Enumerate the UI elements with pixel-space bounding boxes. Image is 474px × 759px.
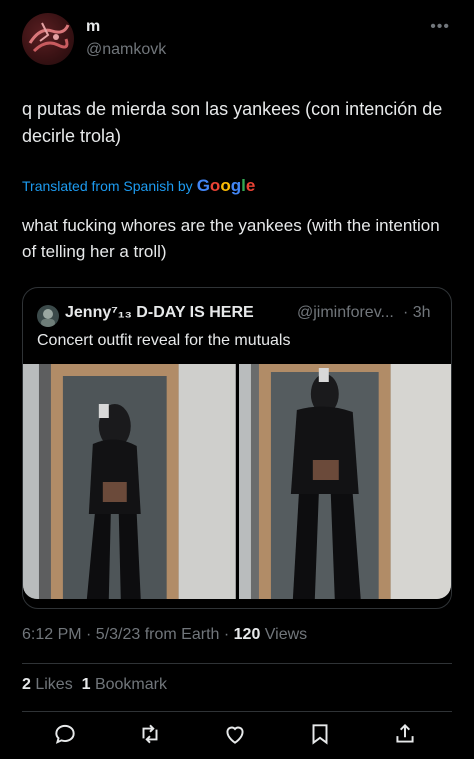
reply-icon[interactable]	[52, 721, 78, 747]
bookmark-icon[interactable]	[307, 721, 333, 747]
tweet-meta: 6:12 PM · 5/3/23 from Earth · 120 Views	[22, 626, 307, 644]
likes-label[interactable]: Likes	[31, 676, 82, 693]
translated-from-label[interactable]: Translated from Spanish by Google	[22, 176, 255, 196]
retweet-icon[interactable]	[137, 721, 163, 747]
author-avatar[interactable]	[22, 13, 74, 65]
translated-label: Translated from Spanish by	[22, 178, 193, 194]
quoted-timestamp[interactable]: · 3h	[403, 304, 431, 322]
divider	[22, 711, 452, 712]
tweet-timestamp[interactable]: 6:12 PM · 5/3/23 from Earth ·	[22, 626, 234, 643]
divider	[22, 663, 452, 664]
like-icon[interactable]	[222, 721, 248, 747]
share-icon[interactable]	[392, 721, 418, 747]
more-horizontal-icon[interactable]: •••	[430, 18, 450, 36]
views-count: 120	[233, 626, 261, 643]
bookmarks-label[interactable]: Bookmark	[91, 676, 167, 693]
tweet-text: q putas de mierda son las yankees (con i…	[22, 99, 443, 146]
views-label: Views	[260, 626, 308, 643]
quoted-tweet[interactable]: Jenny⁷₁₃ D-DAY IS HERE @jiminforev... · …	[22, 287, 452, 609]
quoted-media	[23, 364, 451, 599]
quoted-photo-1[interactable]	[23, 364, 236, 599]
tweet-stats: 2 Likes 1 Bookmark	[22, 676, 167, 694]
author-display-name[interactable]: m	[86, 18, 100, 36]
quoted-author-handle[interactable]: @jiminforev...	[297, 304, 394, 322]
quoted-text: Concert outfit reveal for the mutuals	[37, 332, 291, 349]
tweet-header: m @namkovk •••	[0, 0, 474, 80]
quoted-author-avatar[interactable]	[37, 305, 59, 327]
quoted-author-name[interactable]: Jenny⁷₁₃ D-DAY IS HERE	[65, 304, 254, 322]
likes-count[interactable]: 2	[22, 676, 31, 693]
bookmarks-count[interactable]: 1	[82, 676, 91, 693]
translated-text: what fucking whores are the yankees (wit…	[22, 216, 440, 261]
author-handle[interactable]: @namkovk	[86, 41, 166, 59]
quoted-photo-2[interactable]	[238, 364, 451, 599]
google-logo: Google	[196, 176, 256, 195]
action-bar	[0, 719, 474, 749]
